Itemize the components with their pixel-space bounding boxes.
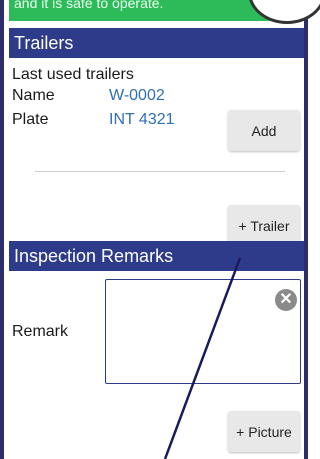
annotation-line bbox=[163, 257, 242, 459]
